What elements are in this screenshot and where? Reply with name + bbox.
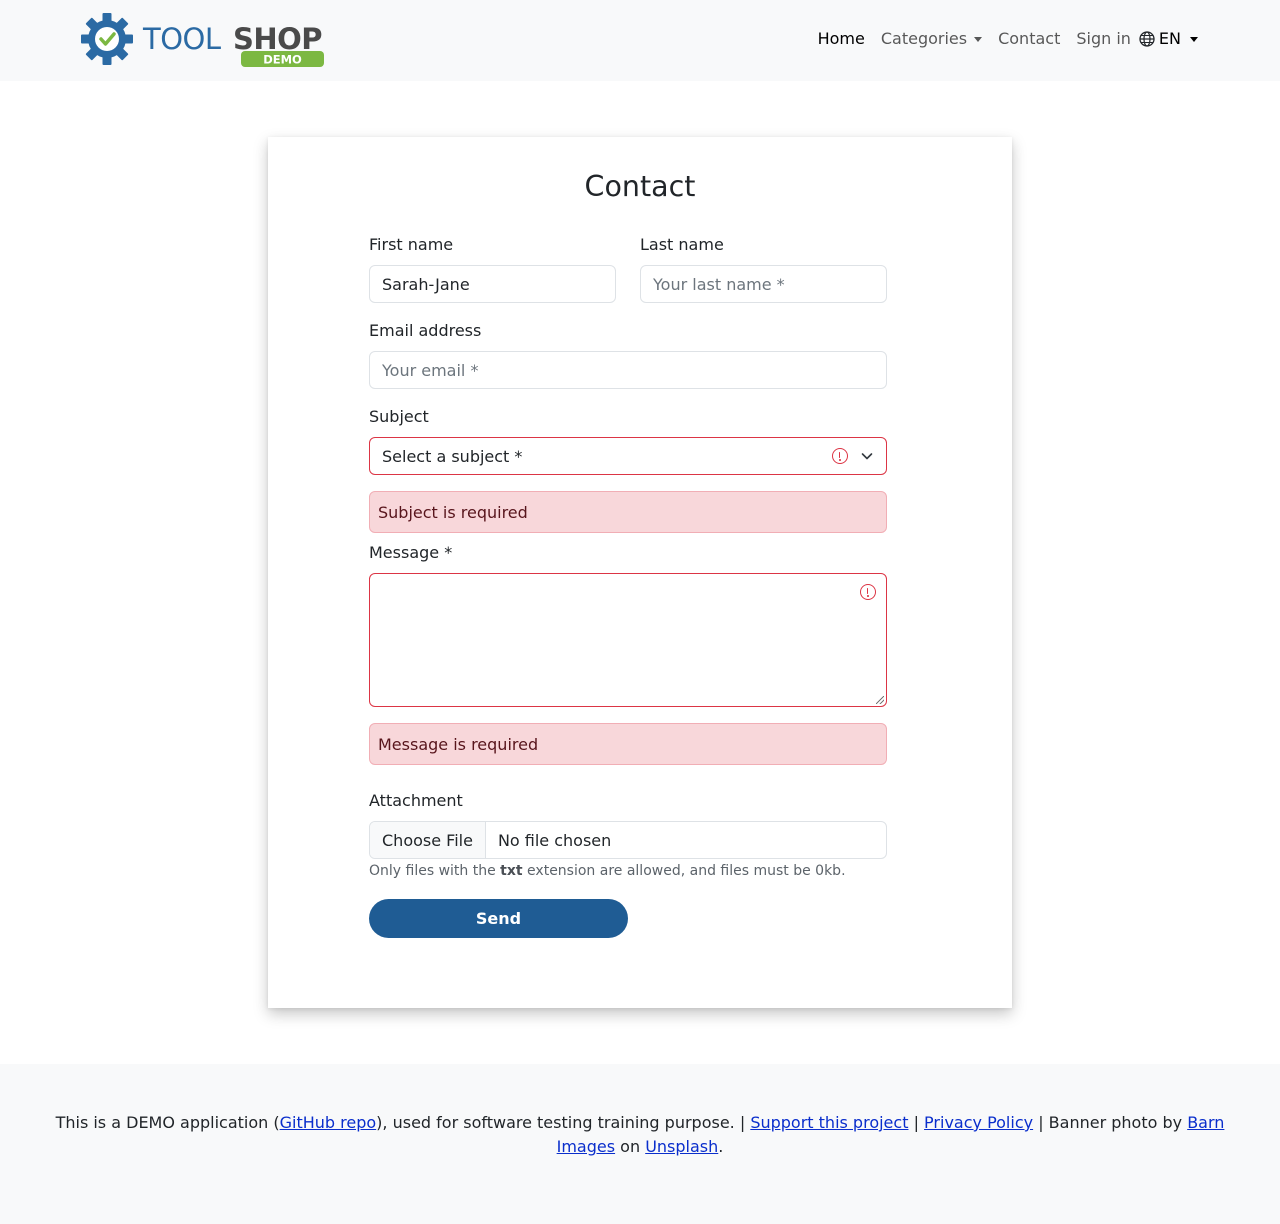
chevron-down-icon (861, 453, 873, 460)
privacy-policy-link[interactable]: Privacy Policy (924, 1113, 1033, 1132)
message-textarea[interactable] (369, 573, 887, 707)
first-name-label: First name (369, 235, 454, 254)
nav-contact-link[interactable]: Contact (998, 29, 1060, 48)
subject-select[interactable]: Select a subject * (369, 437, 887, 475)
footer-text-part: This is a DEMO application ( (55, 1113, 280, 1132)
email-input[interactable]: Your email * (369, 351, 887, 389)
unsplash-link[interactable]: Unsplash (645, 1137, 718, 1156)
subject-label: Subject (369, 407, 429, 426)
help-text-suffix: extension are allowed, and files must be… (527, 863, 846, 879)
error-icon (832, 448, 848, 464)
attachment-label: Attachment (369, 791, 463, 810)
footer-text-part: on (620, 1137, 641, 1156)
footer-text-part: ), used for software testing training pu… (376, 1113, 746, 1132)
footer-text: This is a DEMO application (GitHub repo)… (40, 1111, 1240, 1159)
globe-icon (1139, 30, 1155, 47)
choose-file-button[interactable]: Choose File (370, 822, 486, 858)
footer: This is a DEMO application (GitHub repo)… (0, 1064, 1280, 1224)
resize-handle-icon[interactable] (876, 696, 884, 704)
help-text-extension: txt (500, 863, 523, 879)
error-icon (860, 584, 876, 600)
navbar: TOOL SHOP DEMO Home Categories Contact S… (0, 0, 1280, 81)
attachment-file-input[interactable]: Choose File No file chosen (369, 821, 887, 859)
logo-text-shop: SHOP (233, 22, 322, 56)
logo-demo-text: DEMO (263, 53, 302, 67)
send-button[interactable]: Send (369, 899, 628, 938)
contact-card: Contact First name Sarah-Jane Last name … (268, 137, 1012, 1008)
chevron-down-icon (1190, 37, 1198, 42)
footer-text-part: | Banner photo by (1038, 1113, 1183, 1132)
footer-text-part: . (718, 1137, 724, 1156)
first-name-value: Sarah-Jane (382, 274, 470, 294)
nav-home-link[interactable]: Home (818, 29, 865, 48)
email-label: Email address (369, 321, 482, 340)
toolshop-logo[interactable]: TOOL SHOP DEMO (81, 13, 329, 69)
file-status-text: No file chosen (497, 830, 612, 850)
subject-selected-value: Select a subject * (382, 446, 523, 466)
message-error-alert: Message is required (369, 723, 887, 765)
page-title: Contact (584, 170, 696, 203)
logo-text-tool: TOOL (142, 22, 221, 56)
support-project-link[interactable]: Support this project (750, 1113, 908, 1132)
message-error-text: Message is required (378, 734, 539, 754)
nav-categories-label: Categories (880, 29, 968, 48)
footer-text-part: | (913, 1113, 919, 1132)
last-name-label: Last name (640, 235, 724, 254)
main-nav: Home Categories Contact Sign in EN (802, 29, 1198, 48)
last-name-input[interactable]: Your last name * (640, 265, 887, 303)
subject-error-text: Subject is required (378, 502, 528, 522)
attachment-help-text: Only files with the txt extension are al… (369, 863, 846, 879)
message-label: Message * (369, 543, 453, 562)
email-placeholder: Your email * (382, 360, 479, 380)
language-dropdown[interactable]: EN (1139, 29, 1198, 48)
chevron-down-icon (974, 37, 983, 42)
github-repo-link[interactable]: GitHub repo (280, 1113, 377, 1132)
language-label: EN (1158, 29, 1181, 48)
nav-sign-in-link[interactable]: Sign in (1076, 29, 1131, 48)
help-text-prefix: Only files with the (369, 863, 496, 879)
nav-categories-dropdown[interactable]: Categories (880, 29, 983, 48)
last-name-placeholder: Your last name * (653, 274, 785, 294)
gear-check-icon (81, 13, 133, 65)
subject-error-alert: Subject is required (369, 491, 887, 533)
first-name-input[interactable]: Sarah-Jane (369, 265, 616, 303)
